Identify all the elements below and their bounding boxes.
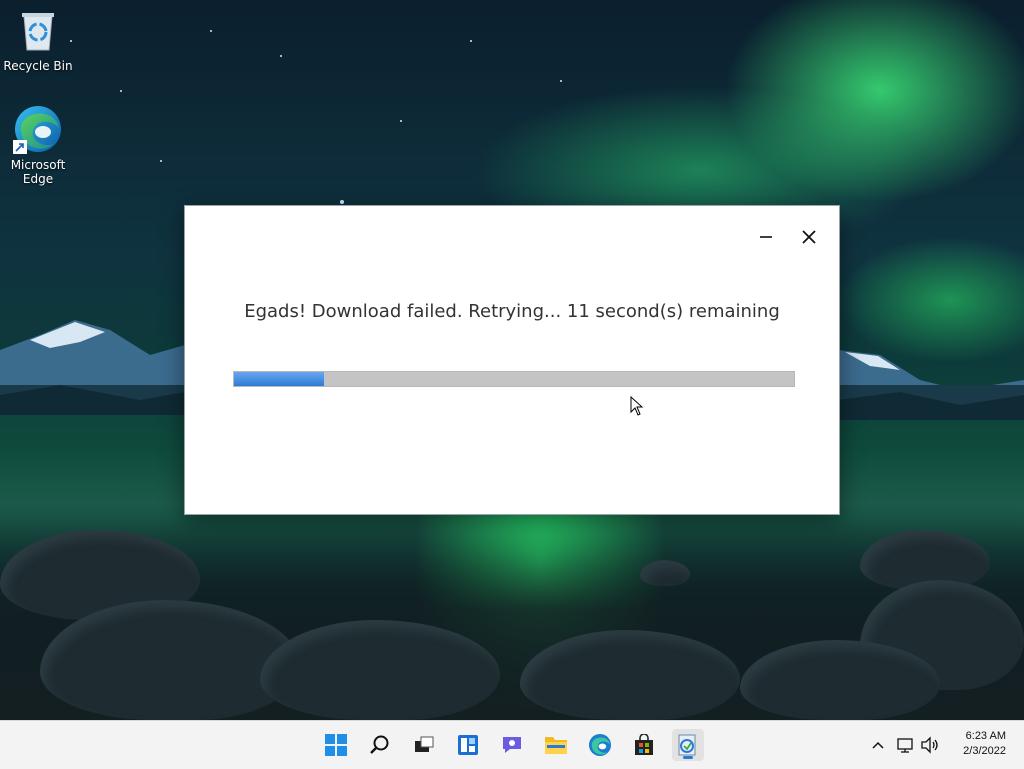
search-icon [370, 735, 389, 754]
clock-time: 6:23 AM [965, 730, 1006, 742]
widgets-button[interactable] [452, 729, 484, 761]
chat-button[interactable] [496, 729, 528, 761]
mouse-cursor-icon [630, 396, 644, 416]
minimize-icon [760, 236, 772, 238]
installer-app-button[interactable] [672, 729, 704, 761]
desktop-icon-label: Microsoft Edge [10, 158, 66, 186]
network-button[interactable] [896, 735, 916, 755]
star [560, 80, 562, 82]
clock-date: 2/3/2022 [963, 745, 1006, 757]
task-view-button[interactable] [408, 729, 440, 761]
folder-icon [545, 737, 567, 754]
star [160, 160, 162, 162]
download-progress-bar [233, 371, 795, 387]
star [210, 30, 212, 32]
volume-button[interactable] [920, 735, 940, 755]
store-button[interactable] [628, 729, 660, 761]
shortcut-arrow-icon [13, 140, 27, 154]
file-explorer-button[interactable] [540, 729, 572, 761]
windows-start-icon [325, 734, 347, 756]
network-icon [897, 738, 913, 753]
status-message: Egads! Download failed. Retrying... 11 s… [244, 301, 780, 322]
chat-icon [503, 737, 521, 753]
show-hidden-icons-button[interactable] [868, 735, 888, 755]
desktop-icon-label: Recycle Bin [3, 59, 73, 73]
edge-icon [588, 733, 612, 757]
clock[interactable]: 6:23 AM 2/3/2022 [963, 729, 1006, 759]
close-icon [802, 230, 816, 244]
star [400, 120, 402, 122]
desktop-icon-recycle-bin[interactable]: Recycle Bin [0, 8, 76, 73]
edge-icon [13, 104, 63, 154]
task-view-icon [415, 736, 434, 752]
start-button[interactable] [320, 729, 352, 761]
star [120, 90, 122, 92]
download-dialog: Egads! Download failed. Retrying... 11 s… [184, 205, 840, 515]
active-indicator [683, 756, 693, 759]
volume-icon [921, 736, 938, 754]
desktop-icon-microsoft-edge[interactable]: Microsoft Edge [0, 104, 76, 186]
recycle-bin-icon [0, 8, 76, 55]
star [340, 200, 344, 204]
progress-fill [234, 372, 324, 386]
close-button[interactable] [789, 222, 829, 252]
taskbar: 6:23 AM 2/3/2022 [0, 720, 1024, 769]
edge-taskbar-button[interactable] [584, 729, 616, 761]
rock [640, 560, 690, 586]
widgets-icon [458, 735, 478, 755]
star [280, 55, 282, 57]
store-icon [635, 734, 653, 755]
chevron-up-icon [872, 741, 884, 749]
search-button[interactable] [364, 729, 396, 761]
installer-app-icon [678, 734, 696, 756]
minimize-button[interactable] [746, 222, 786, 252]
star [470, 40, 472, 42]
